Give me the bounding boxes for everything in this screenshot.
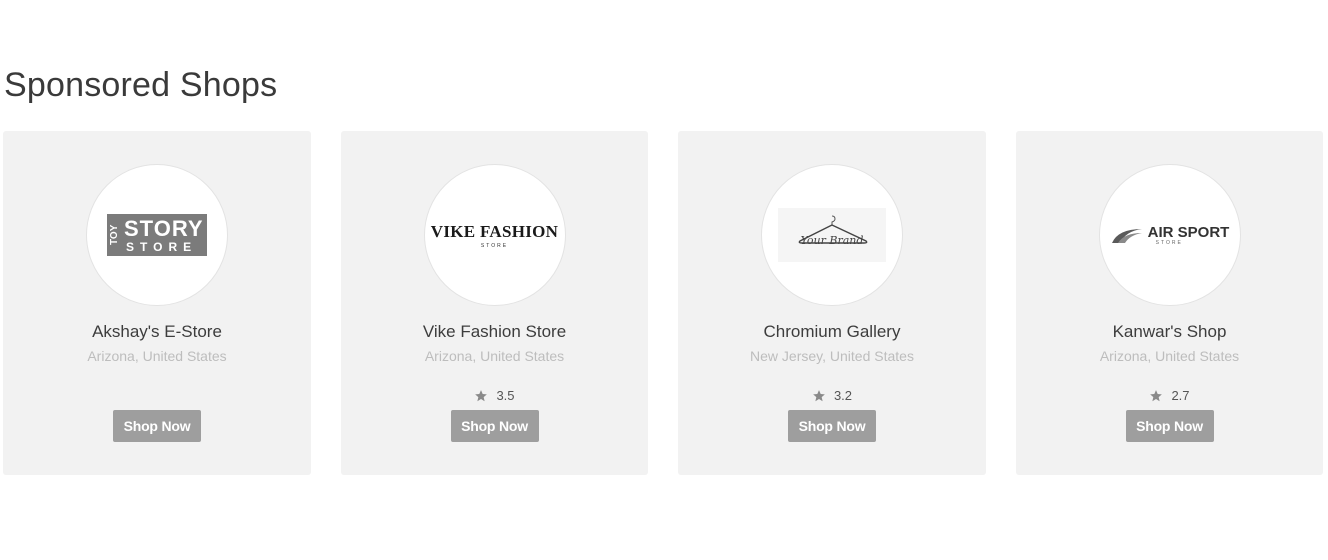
shop-now-button[interactable]: Shop Now — [113, 410, 201, 442]
logo-text-main: VIKE FASHION — [430, 221, 559, 241]
shop-grid: TOY STORY STORE Akshay's E-Store Arizona… — [3, 131, 1323, 475]
shop-now-button[interactable]: Shop Now — [450, 410, 539, 442]
shop-location: Arizona, United States — [87, 348, 227, 364]
logo-brand-text: Your Brand — [801, 234, 864, 247]
section-title: Sponsored Shops — [4, 66, 278, 104]
logo-text-story: STORY — [124, 216, 204, 241]
shop-logo[interactable]: VIKE FASHION STORE — [423, 164, 566, 306]
shop-name[interactable]: Akshay's E-Store — [3, 322, 311, 342]
logo-text-sub: STORE — [480, 242, 509, 249]
shop-card: Your Brand Chromium Gallery New Jersey, … — [678, 131, 986, 475]
wing-icon — [1111, 229, 1142, 243]
star-icon — [1150, 389, 1163, 401]
vike-fashion-logo: VIKE FASHION STORE — [431, 222, 559, 249]
shop-now-button[interactable]: Shop Now — [788, 410, 876, 442]
toy-story-store-logo: TOY STORY STORE — [107, 214, 207, 256]
shop-now-button[interactable]: Shop Now — [1125, 410, 1214, 442]
rating-value: 3.5 — [496, 388, 515, 403]
shop-rating: 3.2 — [678, 388, 986, 403]
shop-rating: 2.7 — [1016, 388, 1323, 403]
logo-text-main: AIR SPORT — [1147, 224, 1230, 241]
shop-name[interactable]: Chromium Gallery — [678, 322, 986, 342]
shop-card: AIR SPORT STORE Kanwar's Shop Arizona, U… — [1016, 131, 1323, 475]
shop-location: Arizona, United States — [1099, 348, 1240, 364]
shop-card: TOY STORY STORE Akshay's E-Store Arizona… — [3, 131, 311, 475]
logo-text-store: STORE — [126, 240, 198, 254]
rating-value: 3.2 — [833, 388, 853, 403]
shop-logo[interactable]: TOY STORY STORE — [86, 164, 228, 306]
star-icon — [475, 389, 488, 401]
shop-logo[interactable]: AIR SPORT STORE — [1098, 164, 1241, 306]
shop-location: New Jersey, United States — [750, 348, 914, 364]
shop-name[interactable]: Kanwar's Shop — [1016, 322, 1323, 342]
shop-rating: 3.5 — [341, 388, 648, 403]
shop-card: VIKE FASHION STORE Vike Fashion Store Ar… — [341, 131, 648, 475]
rating-value: 2.7 — [1171, 388, 1190, 403]
hanger-your-brand-logo: Your Brand — [778, 208, 886, 262]
shop-logo[interactable]: Your Brand — [761, 164, 903, 306]
air-sport-logo: AIR SPORT STORE — [1110, 224, 1230, 246]
shop-location: Arizona, United States — [424, 348, 565, 364]
shop-name[interactable]: Vike Fashion Store — [341, 322, 648, 342]
star-icon — [813, 389, 825, 401]
logo-text-toy: TOY — [109, 224, 120, 246]
hanger-icon: Your Brand — [798, 215, 868, 247]
